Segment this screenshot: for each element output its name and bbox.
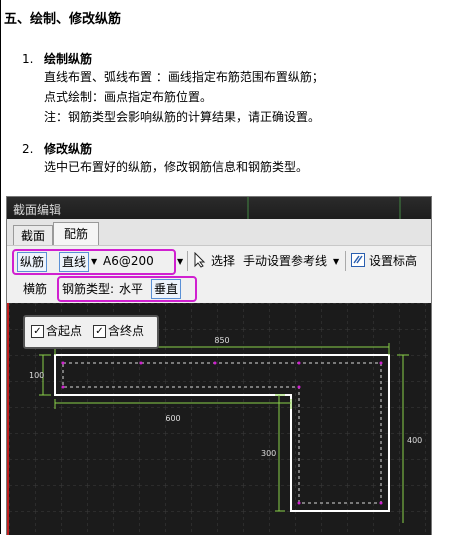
cursor-arrow-icon[interactable] — [193, 252, 207, 268]
rebar-type-label: 钢筋类型: — [62, 282, 115, 296]
item-1-line-3: 注：钢筋类型会影响纵筋的计算结果，请正确设置。 — [44, 110, 321, 124]
horizontal-type-button[interactable]: 水平 — [119, 280, 143, 298]
item-1-title: 绘制纵筋 — [44, 52, 93, 66]
dim-left-height: 100 — [29, 371, 44, 380]
toolbar-secondary: 横筋 钢筋类型: 水平 垂直 — [7, 275, 431, 304]
window-titlebar: 截面编辑 — [7, 197, 431, 219]
tab-section[interactable]: 截面 — [13, 225, 53, 246]
section-heading: 五、绘制、修改纵筋 — [4, 12, 122, 27]
rebar-button[interactable]: 纵筋 — [17, 252, 48, 272]
draw-mode-select[interactable]: 直线 — [59, 252, 90, 272]
item-1-line-1: 直线布置、弧线布置 ：画线指定布筋范围布置纵筋； — [44, 70, 324, 84]
toolbar-main: 纵筋 直线 ▼ A6@200 ▼ 选择 手动设置参考线 ▼ 设置标高 — [7, 245, 431, 276]
dim-mid-width: 600 — [165, 414, 180, 423]
item-2-line-1: 选中已布置好的纵筋，修改钢筋信息和钢筋类型。 — [44, 160, 309, 174]
rebar-spec-input[interactable]: A6@200 — [103, 252, 154, 270]
endpoint-options-panel: ✓ 含起点 ✓ 含终点 — [23, 315, 159, 349]
chevron-down-icon[interactable]: ▼ — [91, 253, 97, 271]
item-1-line-2: 点式绘制：画点指定布筋位置。 — [44, 90, 213, 104]
item-2-title: 修改纵筋 — [44, 142, 93, 156]
window-title: 截面编辑 — [13, 203, 62, 217]
vertical-type-button[interactable]: 垂直 — [151, 279, 182, 299]
page-left-border — [0, 0, 1, 534]
dim-top-width: 850 — [214, 336, 229, 345]
tab-rebar[interactable]: 配筋 — [53, 222, 99, 246]
stirrup-button[interactable]: 横筋 — [23, 280, 47, 298]
titlebar-decoration — [399, 197, 401, 219]
dim-right-height: 400 — [407, 436, 422, 445]
manual-ref-line-button[interactable]: 手动设置参考线 — [243, 252, 327, 270]
checkmark-icon: ✓ — [31, 325, 44, 338]
dim-leg-height: 300 — [261, 449, 276, 458]
select-button[interactable]: 选择 — [211, 252, 235, 270]
set-elevation-button[interactable]: 设置标高 — [369, 252, 417, 270]
tab-bar: 截面 配筋 — [7, 219, 431, 246]
toolbar-divider — [187, 251, 188, 271]
titlebar-decoration — [247, 197, 249, 219]
chevron-down-icon[interactable]: ▼ — [177, 253, 183, 271]
item-1-number: 1. — [22, 52, 34, 66]
include-start-label: 含起点 — [46, 324, 83, 338]
section-editor-window: 截面编辑 截面 配筋 纵筋 直线 ▼ A6@200 ▼ 选择 手动设置参考线 ▼… — [6, 196, 432, 535]
set-elevation-icon[interactable] — [350, 252, 366, 268]
include-start-checkbox[interactable]: ✓ 含起点 — [31, 324, 82, 338]
include-end-checkbox[interactable]: ✓ 含终点 — [93, 324, 144, 338]
item-2-number: 2. — [22, 142, 34, 156]
include-end-label: 含终点 — [108, 324, 145, 338]
chevron-down-icon[interactable]: ▼ — [333, 253, 339, 271]
checkmark-icon: ✓ — [93, 325, 106, 338]
toolbar-divider — [345, 251, 346, 271]
